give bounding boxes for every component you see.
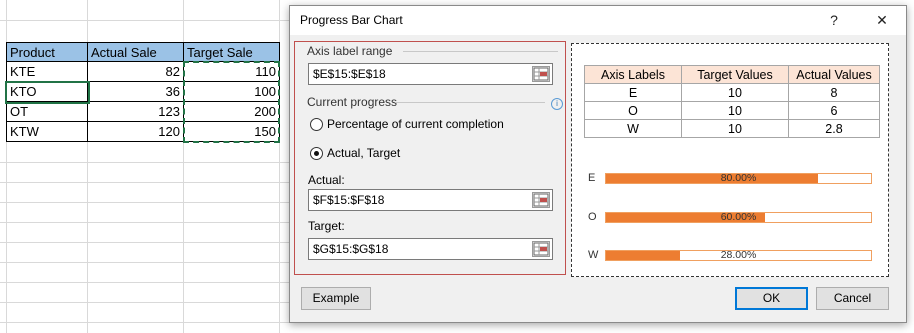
ok-button[interactable]: OK	[735, 287, 808, 310]
preview-cell: 10	[681, 119, 789, 138]
actual-target-radio[interactable]	[310, 147, 323, 160]
axis-range-input[interactable]: $E$15:$E$18	[308, 63, 553, 85]
header-product[interactable]: Product	[6, 42, 88, 62]
preview-header: Target Values	[681, 65, 789, 84]
target-range-input[interactable]: $G$15:$G$18	[308, 238, 553, 260]
dialog-title: Progress Bar Chart	[300, 13, 403, 27]
gridline	[0, 222, 300, 223]
bar-category-label: O	[588, 211, 597, 223]
settings-panel: Axis label range $E$15:$E$18 Current pro…	[294, 41, 566, 275]
gridline	[0, 302, 300, 303]
actual-target-option-label[interactable]: Actual, Target	[327, 146, 400, 160]
actual-label: Actual:	[308, 173, 345, 187]
preview-cell: 8	[788, 83, 880, 102]
range-select-icon[interactable]	[532, 241, 550, 257]
target-range-value: $G$15:$G$18	[313, 242, 389, 256]
preview-header: Axis Labels	[584, 65, 682, 84]
preview-header: Actual Values	[788, 65, 880, 84]
header-actual-sale[interactable]: Actual Sale	[87, 42, 184, 62]
preview-cell: 10	[681, 83, 789, 102]
preview-cell: E	[584, 83, 682, 102]
range-select-icon[interactable]	[532, 66, 550, 82]
group-divider	[403, 51, 558, 52]
gridline	[0, 282, 300, 283]
title-bar: Progress Bar Chart ? ✕	[290, 6, 906, 35]
preview-cell: 2.8	[788, 119, 880, 138]
cell-actual[interactable]: 82	[87, 62, 184, 82]
preview-cell: W	[584, 119, 682, 138]
cancel-button[interactable]: Cancel	[816, 287, 889, 310]
copy-marquee	[183, 61, 280, 143]
gridline	[0, 322, 300, 323]
progress-bar-value: 60.00%	[720, 211, 757, 223]
info-icon[interactable]: i	[551, 98, 563, 110]
cell-product[interactable]: KTW	[6, 122, 88, 142]
group-divider	[395, 102, 545, 103]
progress-bar-track: 28.00%	[605, 249, 872, 261]
current-progress-group: Current progress	[307, 95, 398, 109]
preview-cell: O	[584, 101, 682, 120]
cell-actual[interactable]: 123	[87, 102, 184, 122]
preview-cell: 10	[681, 101, 789, 120]
target-label: Target:	[308, 219, 345, 233]
close-icon[interactable]: ✕	[862, 6, 902, 35]
cell-actual[interactable]: 120	[87, 122, 184, 142]
preview-table: Axis Labels Target Values Actual Values …	[584, 65, 880, 138]
actual-range-value: $F$15:$F$18	[313, 193, 385, 207]
selected-cell-outline	[5, 81, 90, 104]
percentage-option-label[interactable]: Percentage of current completion	[327, 117, 504, 131]
bar-category-label: W	[588, 249, 599, 261]
progress-bar-value: 80.00%	[720, 172, 757, 184]
cell-product[interactable]: OT	[6, 102, 88, 122]
range-select-icon[interactable]	[532, 192, 550, 208]
gridline	[0, 20, 300, 21]
progress-bar-track: 80.00%	[605, 172, 872, 184]
percentage-radio[interactable]	[310, 118, 323, 131]
gridline	[0, 242, 300, 243]
axis-label-range-group: Axis label range	[307, 44, 393, 58]
axis-range-value: $E$15:$E$18	[313, 67, 386, 81]
example-button[interactable]: Example	[301, 287, 371, 310]
gridline	[0, 202, 300, 203]
progress-bar-value: 28.00%	[720, 249, 757, 261]
help-button[interactable]: ?	[814, 6, 854, 35]
progress-bar-track: 60.00%	[605, 211, 872, 223]
preview-cell: 6	[788, 101, 880, 120]
actual-range-input[interactable]: $F$15:$F$18	[308, 189, 553, 211]
header-target-sale[interactable]: Target Sale	[183, 42, 280, 62]
chart-preview: Axis Labels Target Values Actual Values …	[571, 43, 889, 277]
progress-bar-chart-dialog: Progress Bar Chart ? ✕ Axis label range …	[289, 5, 907, 323]
gridline	[0, 182, 300, 183]
cell-actual[interactable]: 36	[87, 82, 184, 102]
bar-category-label: E	[588, 172, 596, 184]
gridline	[0, 262, 300, 263]
cell-product[interactable]: KTE	[6, 62, 88, 82]
gridline	[0, 162, 300, 163]
